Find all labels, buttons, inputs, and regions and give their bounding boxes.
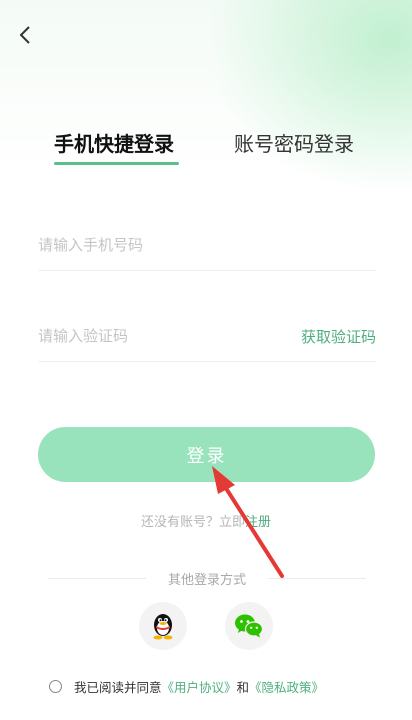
agreement-and: 和 (236, 680, 250, 695)
login-tabs: 手机快捷登录 账号密码登录 (54, 128, 372, 168)
tab-phone-quick-login[interactable]: 手机快捷登录 (54, 128, 174, 157)
user-agreement-link[interactable]: 《用户协议》 (162, 677, 237, 696)
other-login-divider: 其他登录方式 (48, 568, 367, 588)
back-button[interactable] (12, 22, 38, 48)
other-login-label: 其他登录方式 (168, 572, 247, 588)
register-link[interactable]: 注册 (245, 515, 271, 530)
register-prompt-text: 还没有账号？立即 (140, 515, 245, 530)
phone-field (38, 220, 376, 271)
divider-line-right (268, 577, 367, 579)
agreement-checkbox[interactable] (49, 680, 62, 693)
qq-icon (153, 614, 173, 640)
verification-code-input[interactable] (38, 327, 301, 345)
wechat-login-button[interactable] (225, 602, 273, 650)
register-prompt: 还没有账号？立即注册 (0, 511, 412, 530)
privacy-policy-link[interactable]: 《隐私政策》 (249, 677, 324, 696)
qq-login-button[interactable] (139, 602, 187, 650)
phone-input[interactable] (38, 236, 376, 254)
login-button[interactable]: 登录 (38, 427, 375, 482)
active-tab-indicator (54, 162, 179, 165)
wechat-icon (235, 614, 264, 638)
tab-account-password-login[interactable]: 账号密码登录 (234, 128, 354, 157)
code-field: 获取验证码 (38, 311, 376, 362)
agreement-prefix: 我已阅读并同意 (74, 680, 162, 695)
agreement-row: 我已阅读并同意 《用户协议》 和 《隐私政策》 (49, 677, 324, 696)
get-code-button[interactable]: 获取验证码 (301, 326, 376, 347)
divider-line-left (48, 577, 146, 579)
chevron-left-icon (19, 26, 30, 44)
